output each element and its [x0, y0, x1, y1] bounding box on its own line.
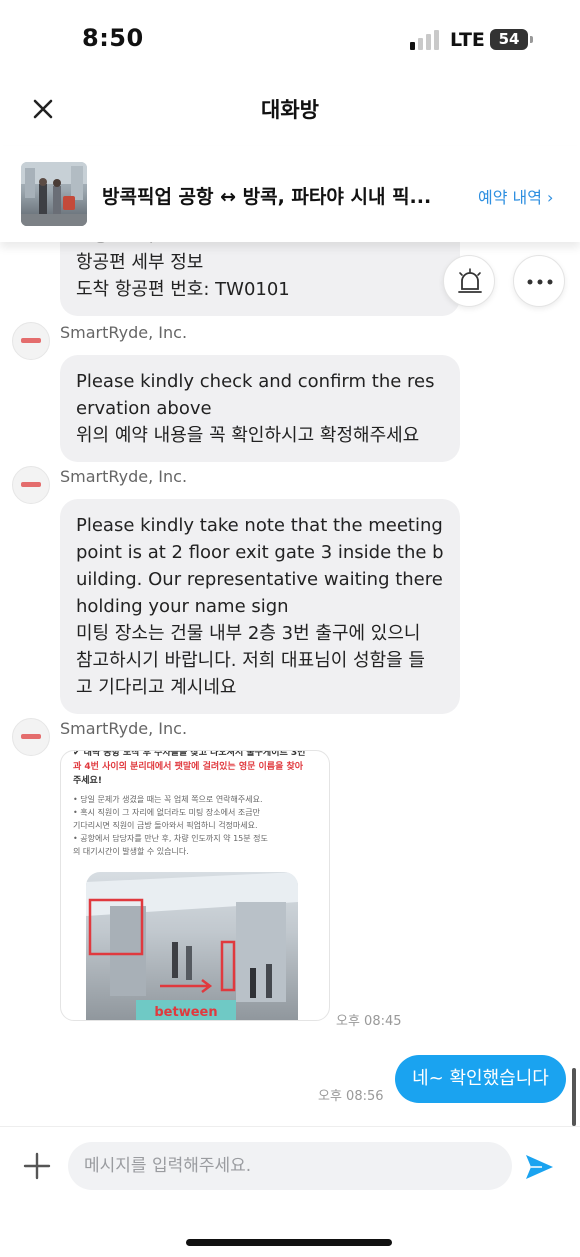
image-caption-line: 주세요! — [73, 776, 102, 786]
message-bubble: ㅇ공 ㅇ 세 항공편 세부 정보 도착 항공편 번호: TW0101 — [60, 240, 460, 316]
attach-button[interactable] — [22, 1151, 52, 1181]
chat-scrollbar[interactable] — [572, 1068, 576, 1126]
home-indicator — [186, 1239, 392, 1246]
image-bullet: • 혹시 직원이 그 자리에 없더라도 미팅 장소에서 조금만 — [73, 808, 260, 817]
message-line: Please kindly take note that the meeting — [76, 515, 443, 536]
battery-cap — [530, 36, 533, 43]
airport-photo: between — [86, 872, 298, 1020]
sender-avatar — [12, 322, 50, 360]
reservation-thumbnail — [21, 162, 87, 226]
sender-name: SmartRyde, Inc. — [60, 467, 188, 486]
image-caption-line: 과 4번 사이의 분리대에서 팻말에 걸려있는 영문 이름을 찾아 — [73, 762, 304, 772]
reservation-history-link[interactable]: 예약 내역 › — [478, 184, 553, 208]
image-bullet: 기다리시면 직원이 금방 돌아와서 픽업하니 걱정마세요. — [73, 821, 258, 830]
reservation-title: 방콕픽업 공항 ↔ 방콕, 파타야 시내 픽... — [102, 186, 432, 208]
my-message-bubble: 네~ 확인했습니다 — [395, 1055, 566, 1103]
page-title: 대화방 — [261, 98, 319, 122]
more-horizontal-icon — [527, 279, 553, 285]
report-button[interactable] — [443, 255, 495, 307]
send-icon — [526, 1155, 553, 1179]
battery-icon: 54 — [490, 29, 528, 50]
message-line: holding your name sign — [76, 596, 289, 617]
more-options-button[interactable] — [513, 255, 565, 307]
message-line: point is at 2 floor exit gate 3 inside t… — [76, 542, 444, 563]
chat-thread[interactable]: ㅇ공 ㅇ 세 항공편 세부 정보 도착 항공편 번호: TW0101 Smart… — [0, 240, 580, 1126]
composer-bar — [0, 1126, 580, 1257]
plus-icon — [23, 1152, 51, 1180]
siren-icon — [458, 268, 482, 293]
sender-avatar — [12, 718, 50, 756]
photo-label: between — [154, 1005, 217, 1020]
message-bubble: Please kindly check and confirm the res … — [60, 355, 460, 462]
message-line: 위의 예약 내용을 꼭 확인하시고 확정해주세요 — [76, 425, 420, 446]
image-caption-line: ✔ 대략 공항 도착 후 주차들을 찾고 나오셔서 출구게이트 3번 — [73, 750, 306, 758]
status-time: 8:50 — [82, 24, 144, 52]
sender-name: SmartRyde, Inc. — [60, 323, 188, 342]
image-bullet: 의 대기시간이 발생할 수 있습니다. — [73, 847, 189, 856]
message-line: 미팅 장소는 건물 내부 2층 3번 출구에 있으니 — [76, 623, 421, 644]
network-type: LTE — [450, 29, 485, 51]
message-line: Please kindly check and confirm the res — [76, 371, 435, 392]
sender-name: SmartRyde, Inc. — [60, 719, 188, 738]
message-line: uilding. Our representative waiting ther… — [76, 569, 443, 590]
image-message[interactable]: ✔ 대략 공항 도착 후 주차들을 찾고 나오셔서 출구게이트 3번 과 4번 … — [60, 750, 330, 1021]
message-line: 참고하시기 바랍니다. 저희 대표님이 성함을 들 — [76, 650, 425, 671]
message-line: 도착 항공편 번호: TW0101 — [76, 279, 290, 300]
image-bullet: • 당일 문제가 생겼을 때는 꼭 업체 쪽으로 연락해주세요. — [73, 795, 263, 804]
send-button[interactable] — [522, 1150, 556, 1184]
cellular-signal-icon — [410, 30, 440, 50]
reservation-bar[interactable]: 방콕픽업 공항 ↔ 방콕, 파타야 시내 픽... 예약 내역 › — [0, 146, 580, 242]
sender-avatar — [12, 466, 50, 504]
message-line: 고 기다리고 계시네요 — [76, 677, 237, 698]
status-bar: 8:50 LTE 54 — [0, 0, 580, 80]
message-bubble: Please kindly take note that the meeting… — [60, 499, 460, 714]
message-input[interactable] — [68, 1142, 512, 1190]
chat-header: 대화방 — [0, 80, 580, 138]
message-line: ervation above — [76, 398, 212, 419]
message-timestamp: 오후 08:45 — [336, 1014, 402, 1029]
message-line: 항공편 세부 정보 — [76, 252, 204, 273]
image-bullet: • 공항에서 담당자를 만난 후, 차량 인도까지 약 15분 정도 — [73, 834, 268, 843]
message-timestamp: 오후 08:56 — [318, 1089, 384, 1104]
